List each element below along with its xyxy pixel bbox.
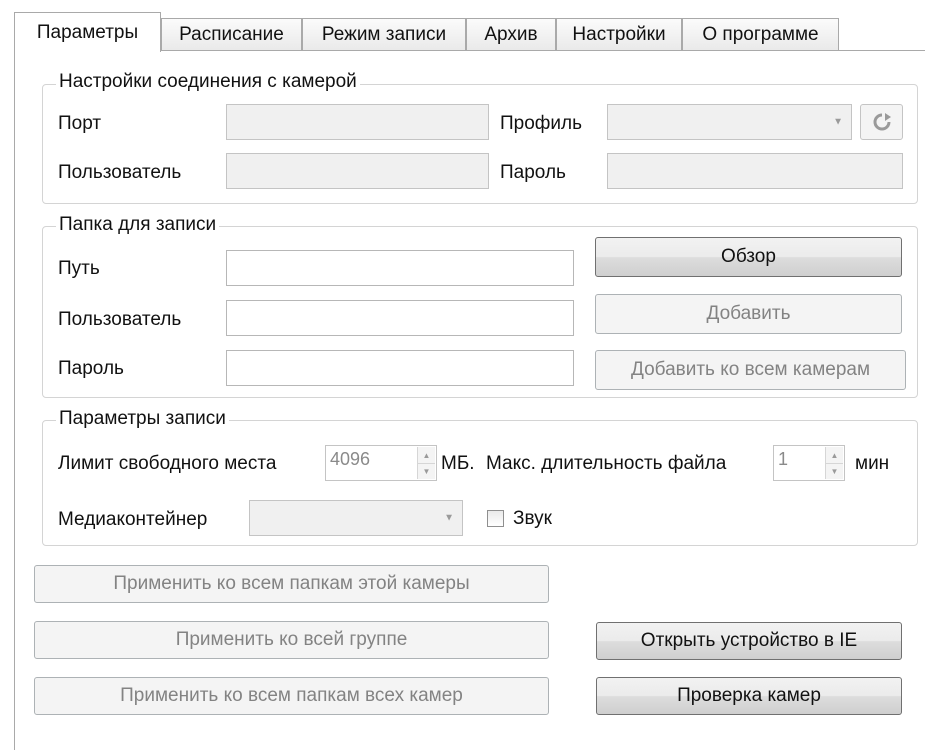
folder-user-label: Пользователь: [58, 309, 182, 330]
connection-group-title: Настройки соединения с камерой: [56, 71, 360, 93]
tab-schedule[interactable]: Расписание: [161, 18, 302, 51]
connection-user-label: Пользователь: [58, 162, 182, 183]
container-combobox[interactable]: ▼: [249, 500, 463, 536]
profile-combobox[interactable]: ▼: [607, 104, 852, 140]
profile-label: Профиль: [500, 113, 583, 134]
sound-label: Звук: [513, 508, 552, 529]
decrement-icon[interactable]: ▼: [418, 463, 435, 479]
increment-icon[interactable]: ▲: [418, 447, 435, 464]
container-label: Медиаконтейнер: [58, 509, 208, 530]
add-to-all-cameras-button[interactable]: Добавить ко всем камерам: [595, 350, 906, 390]
browse-button[interactable]: Обзор: [595, 237, 902, 277]
tab-record-mode[interactable]: Режим записи: [302, 18, 466, 51]
path-label: Путь: [58, 258, 100, 279]
max-duration-unit: мин: [855, 453, 890, 474]
folder-user-input[interactable]: [226, 300, 574, 336]
record-group-title: Параметры записи: [56, 408, 229, 430]
add-button[interactable]: Добавить: [595, 294, 902, 334]
folder-group-title: Папка для записи: [56, 214, 220, 236]
increment-icon[interactable]: ▲: [826, 447, 843, 464]
tab-settings[interactable]: Настройки: [556, 18, 682, 51]
sound-checkbox[interactable]: [487, 510, 504, 527]
tab-archive[interactable]: Архив: [466, 18, 556, 51]
tab-about[interactable]: О программе: [682, 18, 839, 51]
open-in-ie-button[interactable]: Открыть устройство в IE: [596, 622, 902, 660]
refresh-button[interactable]: [860, 104, 903, 140]
connection-password-input[interactable]: [607, 153, 903, 189]
max-duration-stepper[interactable]: 1 ▲ ▼: [773, 445, 845, 481]
port-label: Порт: [58, 113, 102, 134]
free-space-stepper[interactable]: 4096 ▲ ▼: [325, 445, 437, 481]
chevron-down-icon: ▼: [444, 512, 454, 524]
apply-all-cameras-button[interactable]: Применить ко всем папкам всех камер: [34, 677, 549, 715]
max-duration-label: Макс. длительность файла: [486, 453, 727, 474]
apply-camera-folders-button[interactable]: Применить ко всем папкам этой камеры: [34, 565, 549, 603]
refresh-icon: [873, 113, 891, 131]
decrement-icon[interactable]: ▼: [826, 463, 843, 479]
folder-password-input[interactable]: [226, 350, 574, 386]
chevron-down-icon: ▼: [833, 116, 843, 128]
port-input[interactable]: [226, 104, 489, 140]
connection-user-input[interactable]: [226, 153, 489, 189]
free-space-label: Лимит свободного места: [58, 453, 277, 474]
tab-parameters[interactable]: Параметры: [14, 12, 161, 52]
check-cameras-button[interactable]: Проверка камер: [596, 677, 902, 715]
free-space-unit: МБ.: [441, 453, 475, 474]
apply-group-button[interactable]: Применить ко всей группе: [34, 621, 549, 659]
folder-password-label: Пароль: [58, 358, 124, 379]
connection-password-label: Пароль: [500, 162, 566, 183]
path-input[interactable]: [226, 250, 574, 286]
